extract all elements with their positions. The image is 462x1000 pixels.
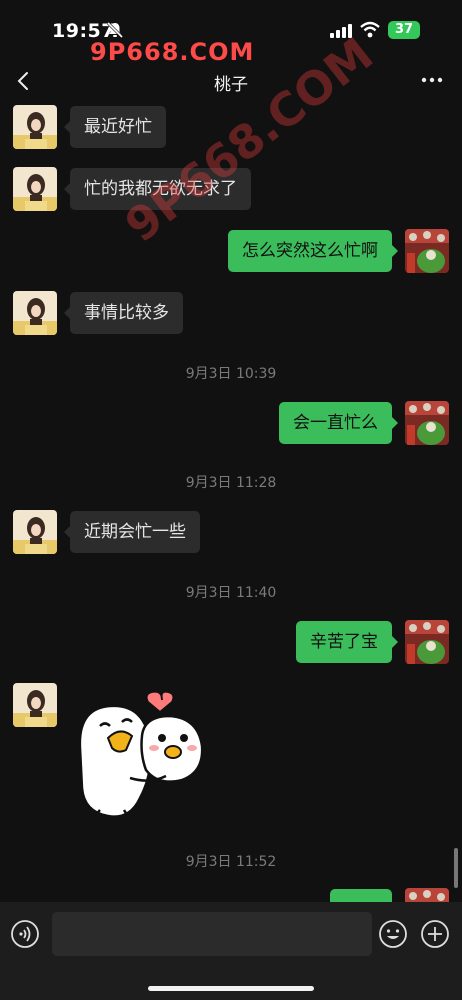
battery-level: 37 bbox=[394, 22, 414, 37]
more-options-icon[interactable] bbox=[420, 72, 444, 88]
message-bubble[interactable]: 事情比较多 bbox=[64, 292, 183, 334]
input-bar bbox=[0, 902, 462, 1000]
message-bubble[interactable]: 近期会忙一些 bbox=[64, 511, 200, 553]
timestamp: 9月3日 11:28 bbox=[185, 475, 277, 491]
message-bubble[interactable]: 会一直忙么 bbox=[279, 402, 398, 444]
home-indicator bbox=[148, 986, 314, 991]
self-avatar[interactable] bbox=[405, 401, 449, 445]
peer-avatar[interactable] bbox=[13, 683, 57, 727]
nav-bar: 桃子 bbox=[0, 58, 462, 104]
peer-avatar[interactable] bbox=[13, 167, 57, 211]
hugging-ducks-sticker[interactable] bbox=[70, 688, 220, 828]
self-avatar[interactable] bbox=[405, 229, 449, 273]
voice-icon[interactable] bbox=[10, 919, 40, 949]
timestamp: 9月3日 10:39 bbox=[185, 366, 277, 382]
emoji-icon[interactable] bbox=[378, 919, 408, 949]
plus-icon[interactable] bbox=[420, 919, 450, 949]
message-input[interactable] bbox=[52, 912, 372, 956]
peer-avatar[interactable] bbox=[13, 510, 57, 554]
chat-title: 桃子 bbox=[214, 75, 248, 95]
peer-avatar[interactable] bbox=[13, 105, 57, 149]
bell-muted-icon bbox=[106, 21, 124, 39]
battery-indicator: 37 bbox=[388, 21, 420, 39]
wifi-icon bbox=[360, 21, 380, 38]
scrollbar[interactable] bbox=[454, 848, 458, 888]
message-bubble[interactable]: 辛苦了宝 bbox=[296, 621, 398, 663]
message-bubble[interactable]: 最近好忙 bbox=[64, 106, 166, 148]
timestamp: 9月3日 11:52 bbox=[185, 854, 277, 870]
peer-avatar[interactable] bbox=[13, 291, 57, 335]
self-avatar[interactable] bbox=[405, 620, 449, 664]
message-bubble[interactable]: 怎么突然这么忙啊 bbox=[228, 230, 398, 272]
timestamp: 9月3日 11:40 bbox=[185, 585, 277, 601]
